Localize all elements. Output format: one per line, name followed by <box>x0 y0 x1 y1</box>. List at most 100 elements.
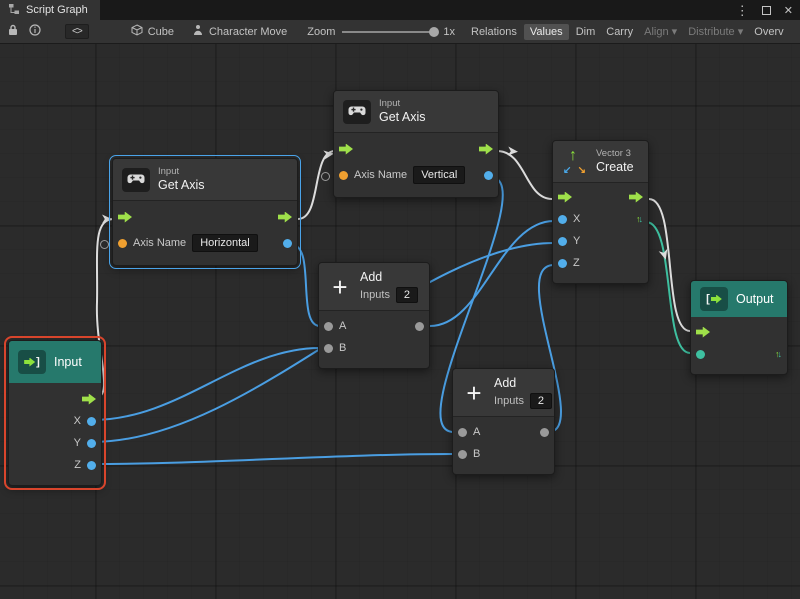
node-title: Add <box>360 270 418 285</box>
flow-in-port[interactable] <box>696 327 710 338</box>
node-category: Vector 3 <box>596 148 634 160</box>
y-out-port[interactable] <box>87 439 96 448</box>
align-dropdown[interactable]: Align ▾ <box>640 23 681 40</box>
port-y-label: Y <box>573 235 580 247</box>
distribute-dropdown[interactable]: Distribute ▾ <box>684 23 747 40</box>
input-a-port[interactable] <box>458 428 467 437</box>
tab-bar: Script Graph ⋮ ✕ <box>0 0 800 20</box>
zoom-slider-handle[interactable] <box>429 27 439 37</box>
add-icon: + <box>462 381 486 405</box>
zoom-value: 1x <box>443 26 455 38</box>
vector3-icon: ↑↙↘ <box>562 149 588 175</box>
node-title: Output <box>736 292 774 307</box>
flow-in-port[interactable] <box>558 192 572 203</box>
values-toggle[interactable]: Values <box>524 24 569 40</box>
cube-object-button[interactable]: Cube <box>131 24 174 39</box>
input-event-icon: ] <box>18 350 46 374</box>
inputs-count-field[interactable]: 2 <box>396 287 418 303</box>
x-in-port[interactable] <box>558 215 567 224</box>
gamepad-icon <box>122 168 150 192</box>
sum-out-port[interactable] <box>415 322 424 331</box>
axis-name-field[interactable]: Vertical <box>413 166 465 184</box>
input-a-port[interactable] <box>324 322 333 331</box>
add-icon: + <box>328 275 352 299</box>
wire-flow-getaxis-horizontal-to-vertical[interactable] <box>298 151 335 219</box>
port-y-label: Y <box>74 437 81 449</box>
value-out-port[interactable] <box>283 239 292 248</box>
vector-out-port-icon[interactable]: ↑↓ <box>636 215 641 224</box>
window-controls: ⋮ ✕ <box>736 0 800 20</box>
graph-toolbar: <> Cube Character Move Zoom 1x Relations… <box>0 20 800 44</box>
axis-name-label: Axis Name <box>133 237 186 249</box>
node-category: Input <box>158 166 205 178</box>
input-b-port[interactable] <box>324 344 333 353</box>
graph-canvas[interactable]: Input Get Axis Axis Name Vertical Inp <box>0 44 800 599</box>
relations-toggle[interactable]: Relations <box>467 24 521 40</box>
port-x-label: X <box>74 415 81 427</box>
script-graph-icon <box>8 3 20 18</box>
flow-out-port[interactable] <box>629 192 643 203</box>
cube-icon <box>131 24 143 39</box>
zoom-slider-track <box>342 31 438 33</box>
close-icon[interactable]: ✕ <box>784 4 793 17</box>
carry-toggle[interactable]: Carry <box>602 24 637 40</box>
zoom-slider[interactable] <box>342 26 438 38</box>
wire-flow-vector3-to-output[interactable] <box>649 199 690 331</box>
axis-name-port-vertical[interactable] <box>321 172 330 181</box>
port-z-label: Z <box>573 257 580 269</box>
node-output-event[interactable]: [ Output ↑↓ <box>690 280 788 375</box>
inputs-label: Inputs <box>360 289 390 301</box>
node-vector3-create[interactable]: ↑↙↘ Vector 3 Create X ↑↓ Y <box>552 140 649 284</box>
flow-in-port[interactable] <box>339 144 353 155</box>
overview-button[interactable]: Overv <box>750 24 787 40</box>
z-in-port[interactable] <box>558 259 567 268</box>
chevron-down-icon: ▾ <box>672 26 678 38</box>
node-add-bottom[interactable]: + Add Inputs 2 A B <box>452 368 555 475</box>
vector-port-icon: ↑↓ <box>775 350 780 359</box>
string-port-dot[interactable] <box>339 171 348 180</box>
string-port-dot[interactable] <box>118 239 127 248</box>
wire-input-z-to-add-bottom-b[interactable] <box>92 454 454 464</box>
wire-flow-getaxis-vertical-to-vector3[interactable] <box>497 151 552 199</box>
flow-in-port[interactable] <box>118 212 132 223</box>
node-title: Get Axis <box>379 110 426 125</box>
port-a-label: A <box>339 320 346 332</box>
axis-name-field[interactable]: Horizontal <box>192 234 258 252</box>
sum-out-port[interactable] <box>540 428 549 437</box>
node-get-axis-horizontal[interactable]: Input Get Axis Axis Name Horizontal <box>112 158 298 266</box>
wire-arrowhead <box>508 147 519 157</box>
port-b-label: B <box>339 342 346 354</box>
lock-icon[interactable] <box>8 24 18 39</box>
port-b-label: B <box>473 448 480 460</box>
info-icon[interactable] <box>29 24 41 39</box>
z-out-port[interactable] <box>87 461 96 470</box>
node-category: Input <box>379 98 426 110</box>
menu-icon[interactable]: ⋮ <box>736 4 749 17</box>
node-input-event[interactable]: ] Input X Y Z <box>8 340 102 486</box>
node-title: Add <box>494 376 552 391</box>
maximize-icon[interactable] <box>762 6 771 15</box>
dim-toggle[interactable]: Dim <box>572 24 600 40</box>
flow-out-port[interactable] <box>278 212 292 223</box>
node-add-top[interactable]: + Add Inputs 2 A B <box>318 262 430 369</box>
character-move-icon <box>192 24 204 39</box>
inputs-label: Inputs <box>494 395 524 407</box>
flow-out-port[interactable] <box>479 144 493 155</box>
character-move-button[interactable]: Character Move <box>192 24 287 39</box>
node-title: Input <box>54 355 82 370</box>
tab-title: Script Graph <box>26 4 88 16</box>
value-out-port[interactable] <box>484 171 493 180</box>
y-in-port[interactable] <box>558 237 567 246</box>
axis-name-port-horizontal[interactable] <box>100 240 109 249</box>
input-b-port[interactable] <box>458 450 467 459</box>
output-event-icon: [ <box>700 287 728 311</box>
x-out-port[interactable] <box>87 417 96 426</box>
edit-script-button[interactable]: <> <box>65 24 89 39</box>
node-get-axis-vertical[interactable]: Input Get Axis Axis Name Vertical <box>333 90 499 198</box>
flow-out-port[interactable] <box>82 394 96 405</box>
tab-script-graph[interactable]: Script Graph <box>0 0 100 20</box>
port-x-label: X <box>573 213 580 225</box>
wire-input-x-to-add-top-b[interactable] <box>92 348 320 420</box>
value-in-port[interactable] <box>696 350 705 359</box>
inputs-count-field[interactable]: 2 <box>530 393 552 409</box>
